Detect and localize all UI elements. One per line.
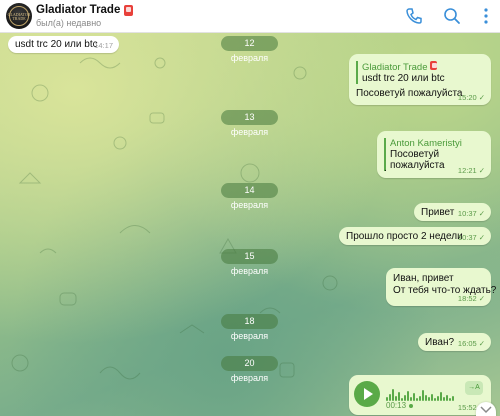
- scroll-down-button[interactable]: [476, 402, 496, 416]
- chevron-down-icon: [480, 406, 492, 414]
- message-text: Посоветуй пожалуйста: [356, 88, 463, 99]
- chat-title: Gladiator Trade: [36, 4, 121, 16]
- date-separator: 14 февраля: [221, 183, 278, 210]
- message-text: usdt trc 20 или btc: [15, 39, 98, 50]
- message-reply-outgoing[interactable]: Gladiator Trade usdt trc 20 или btc Посо…: [349, 54, 491, 105]
- message-time: 18:52: [457, 294, 477, 303]
- check-icon: ✓: [478, 233, 485, 242]
- badge-icon: [124, 4, 134, 16]
- message-outgoing[interactable]: Иван? 16:05 ✓: [418, 333, 491, 351]
- date-separator: 18 февраля: [221, 314, 278, 341]
- quote-author: Gladiator Trade: [362, 61, 484, 73]
- date-separator: 15 февраля: [221, 249, 278, 276]
- message-outgoing[interactable]: Привет 10:37 ✓: [414, 203, 491, 221]
- check-icon: ✓: [478, 166, 485, 175]
- message-text: Иван?: [425, 337, 455, 348]
- message-text: Прошло просто 2 недели: [346, 231, 463, 242]
- chat-title-block[interactable]: Gladiator Trade был(а) недавно: [36, 4, 134, 28]
- transcribe-button[interactable]: →A: [465, 381, 483, 395]
- check-icon: ✓: [478, 209, 485, 218]
- chat-status: был(а) недавно: [36, 18, 102, 28]
- message-meta: 16:05 ✓: [458, 339, 485, 348]
- check-icon: ✓: [478, 294, 485, 303]
- message-time: 15:52: [457, 403, 477, 412]
- message-time: 12:21: [457, 166, 477, 175]
- voice-duration: 00:13: [386, 401, 407, 410]
- message-meta: 12:21 ✓: [458, 166, 485, 175]
- message-time: 14:17: [94, 41, 113, 50]
- phone-icon[interactable]: [404, 6, 424, 26]
- voice-waveform[interactable]: [386, 387, 454, 401]
- voice-duration-row: 00:13: [386, 401, 414, 410]
- message-text-line: Иван, привет: [393, 273, 454, 284]
- quote-author: Anton Kameristyi: [390, 138, 462, 149]
- chat-header: GLADIATOR TRADE Gladiator Trade был(а) н…: [0, 0, 500, 33]
- message-reply-outgoing[interactable]: Anton Kameristyi Посоветуй пожалуйста . …: [377, 131, 491, 178]
- chat-avatar[interactable]: GLADIATOR TRADE: [6, 3, 32, 29]
- date-separator: 20 февраля: [221, 356, 278, 383]
- search-icon[interactable]: [442, 6, 462, 26]
- message-incoming[interactable]: usdt trc 20 или btc 14:17: [8, 36, 119, 53]
- check-icon: ✓: [478, 93, 485, 102]
- message-time: 10:37: [457, 233, 477, 242]
- date-separator: 12 февраля: [221, 36, 278, 63]
- message-meta: 15:20 ✓: [458, 93, 485, 102]
- more-icon[interactable]: [476, 6, 496, 26]
- message-meta: 10:37 ✓: [458, 233, 485, 242]
- message-outgoing[interactable]: Иван, привет От тебя что-то ждать? 18:52…: [386, 268, 496, 306]
- chat-title-row: Gladiator Trade: [36, 4, 134, 16]
- date-separator: 13 февраля: [221, 110, 278, 137]
- message-time: 16:05: [457, 339, 477, 348]
- message-time: 10:37: [457, 209, 477, 218]
- message-time: 15:20: [457, 93, 477, 102]
- play-button[interactable]: [354, 381, 380, 407]
- message-text: Привет: [421, 207, 455, 218]
- unplayed-dot-icon: [409, 403, 414, 408]
- reply-quote[interactable]: Gladiator Trade usdt trc 20 или btc: [356, 61, 484, 84]
- check-icon: ✓: [478, 339, 485, 348]
- message-outgoing[interactable]: Прошло просто 2 недели 10:37 ✓: [339, 227, 491, 245]
- avatar-logo-text: GLADIATOR TRADE: [7, 12, 31, 21]
- message-meta: 18:52 ✓: [458, 294, 485, 303]
- message-text: .: [384, 163, 387, 174]
- message-meta: 10:37 ✓: [458, 209, 485, 218]
- quote-text: usdt trc 20 или btc: [362, 73, 445, 84]
- badge-icon: [430, 61, 438, 70]
- voice-message[interactable]: 00:13 →A 15:52✓: [349, 375, 491, 415]
- chat-area[interactable]: usdt trc 20 или btc 14:17 12 февраля Gla…: [0, 33, 500, 416]
